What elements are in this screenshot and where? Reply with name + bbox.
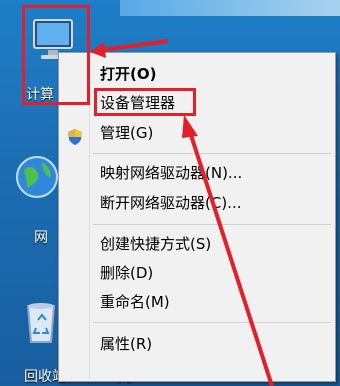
menu-item-rename[interactable]: 重命名(M) [100, 290, 170, 314]
globe-icon [16, 156, 58, 198]
shield-icon [68, 129, 82, 145]
menu-separator [93, 224, 331, 225]
annotation-box-device-manager [94, 88, 196, 116]
annotation-box-computer [22, 5, 90, 105]
menu-item-create-shortcut[interactable]: 创建快捷方式(S) [100, 232, 211, 256]
top-banner-strip [120, 0, 340, 16]
menu-item-disconnect-network-drive[interactable]: 断开网络驱动器(C)... [100, 191, 241, 215]
network-icon-label: 网 [34, 230, 48, 246]
annotation-arrow-line [99, 39, 169, 52]
menu-item-properties[interactable]: 属性(R) [100, 332, 152, 356]
menu-separator [93, 322, 331, 323]
menu-item-open[interactable]: 打开(O) [100, 62, 156, 86]
menu-separator [93, 153, 331, 154]
menu-item-delete[interactable]: 删除(D) [100, 261, 153, 285]
menu-item-manage[interactable]: 管理(G) [100, 121, 153, 145]
menu-item-map-network-drive[interactable]: 映射网络驱动器(N)... [100, 161, 242, 185]
